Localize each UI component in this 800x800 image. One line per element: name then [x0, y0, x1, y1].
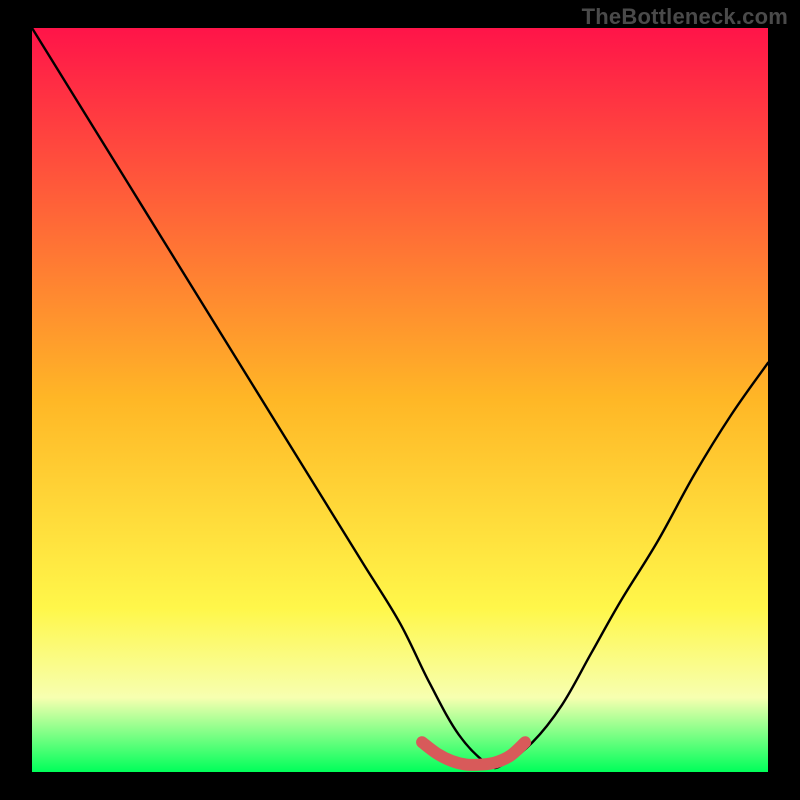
watermark-label: TheBottleneck.com [582, 4, 788, 30]
plot-svg [32, 28, 768, 772]
gradient-background [32, 28, 768, 772]
plot-area [32, 28, 768, 772]
chart-frame: TheBottleneck.com [0, 0, 800, 800]
